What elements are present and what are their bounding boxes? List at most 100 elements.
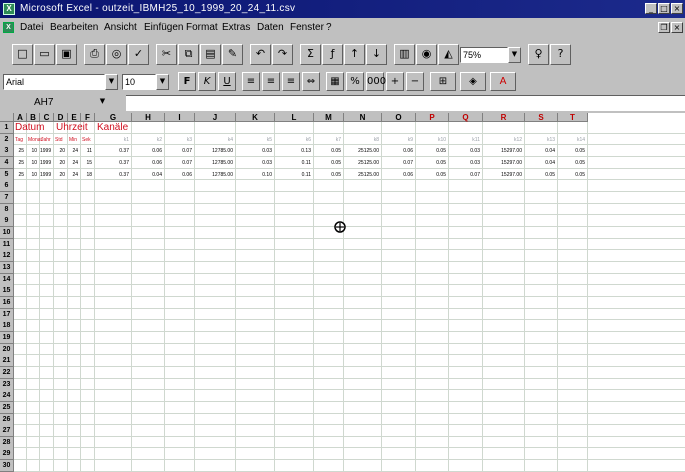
redo-icon[interactable]: ↷	[272, 44, 293, 65]
channel-label-k8[interactable]: k8	[344, 134, 379, 146]
underline-icon[interactable]: U	[218, 72, 236, 91]
channel-label-k1[interactable]: k1	[95, 134, 129, 146]
channel-label-k12[interactable]: k12	[483, 134, 522, 146]
thousands-icon[interactable]: 000	[366, 72, 386, 91]
column-header-e[interactable]: E	[68, 113, 81, 122]
data-cell[interactable]: 0.37	[95, 157, 129, 169]
doc-close-icon[interactable]: ×	[671, 22, 683, 33]
align-center-icon[interactable]: ≡	[262, 72, 280, 91]
borders-icon[interactable]: ⊞	[430, 72, 456, 91]
header-label-jahr[interactable]: Jahr	[41, 134, 51, 146]
channel-label-k7[interactable]: k7	[314, 134, 341, 146]
chart-wizard-icon[interactable]: ▥	[394, 44, 415, 65]
menu-bearbeiten[interactable]: Bearbeiten	[50, 18, 98, 37]
data-cell[interactable]: 10	[27, 169, 37, 181]
row-header-26[interactable]: 26	[0, 413, 14, 426]
align-right-icon[interactable]: ≡	[282, 72, 300, 91]
menu-datei[interactable]: Datei	[20, 18, 43, 37]
column-header-a[interactable]: A	[14, 113, 27, 122]
menu-help[interactable]: ?	[326, 18, 332, 37]
row-header-3[interactable]: 3	[0, 145, 14, 158]
data-cell[interactable]: 0.05	[558, 157, 585, 169]
help-icon[interactable]: ?	[550, 44, 571, 65]
data-cell[interactable]: 0.03	[449, 145, 480, 157]
data-cell[interactable]: 25125.00	[344, 157, 379, 169]
save-icon[interactable]: ▣	[56, 44, 77, 65]
data-cell[interactable]: 12785.00	[195, 145, 233, 157]
header-label-min[interactable]: Min	[69, 134, 77, 146]
data-cell[interactable]: 15297.00	[483, 145, 522, 157]
chevron-down-icon[interactable]: ▼	[96, 95, 109, 111]
data-cell[interactable]: 0.05	[314, 145, 341, 157]
row-header-4[interactable]: 4	[0, 156, 14, 169]
maximize-icon[interactable]: □	[658, 3, 670, 14]
bold-icon[interactable]: F	[178, 72, 196, 91]
row-header-16[interactable]: 16	[0, 296, 14, 309]
row-header-19[interactable]: 19	[0, 331, 14, 344]
data-cell[interactable]: 0.06	[382, 145, 413, 157]
new-icon[interactable]: □	[12, 44, 33, 65]
autosum-icon[interactable]: Σ	[300, 44, 321, 65]
row-header-24[interactable]: 24	[0, 390, 14, 403]
chevron-down-icon[interactable]: ▼	[105, 74, 118, 90]
data-cell[interactable]: 15297.00	[483, 169, 522, 181]
data-cell[interactable]: 1999	[40, 145, 51, 157]
data-cell[interactable]: 0.05	[558, 169, 585, 181]
menu-einfuegen[interactable]: Einfügen	[144, 18, 183, 37]
row-header-25[interactable]: 25	[0, 401, 14, 414]
header-kanaele[interactable]: Kanäle	[97, 122, 128, 134]
row-header-13[interactable]: 13	[0, 261, 14, 274]
merge-center-icon[interactable]: ⇔	[302, 72, 320, 91]
column-header-f[interactable]: F	[81, 113, 95, 122]
data-cell[interactable]: 0.05	[314, 169, 341, 181]
data-cell[interactable]: 15	[81, 157, 92, 169]
column-header-i[interactable]: I	[165, 113, 195, 122]
sort-descending-icon[interactable]: ↓	[366, 44, 387, 65]
data-cell[interactable]: 0.04	[525, 157, 555, 169]
chevron-down-icon[interactable]: ▼	[508, 47, 521, 63]
column-header-o[interactable]: O	[382, 113, 416, 122]
row-header-20[interactable]: 20	[0, 343, 14, 356]
data-cell[interactable]: 0.03	[449, 157, 480, 169]
data-cell[interactable]: 25125.00	[344, 145, 379, 157]
header-datum[interactable]: Datum	[15, 122, 44, 134]
currency-icon[interactable]: ▦	[326, 72, 344, 91]
data-cell[interactable]: 0.04	[525, 145, 555, 157]
row-header-6[interactable]: 6	[0, 180, 14, 193]
increase-decimal-icon[interactable]: +	[386, 72, 404, 91]
data-cell[interactable]: 15297.00	[483, 157, 522, 169]
data-cell[interactable]: 0.06	[382, 169, 413, 181]
column-header-l[interactable]: L	[275, 113, 314, 122]
row-header-12[interactable]: 12	[0, 250, 14, 263]
font-size-select[interactable]: 10	[122, 74, 156, 90]
row-header-27[interactable]: 27	[0, 425, 14, 438]
data-cell[interactable]: 0.07	[382, 157, 413, 169]
menu-daten[interactable]: Daten	[257, 18, 284, 37]
row-header-8[interactable]: 8	[0, 203, 14, 216]
data-cell[interactable]: 0.11	[275, 169, 311, 181]
format-painter-icon[interactable]: ✎	[222, 44, 243, 65]
document-icon[interactable]: X	[3, 22, 14, 33]
name-box[interactable]: AH7	[20, 95, 108, 111]
map-icon[interactable]: ◉	[416, 44, 437, 65]
channel-label-k5[interactable]: k5	[236, 134, 272, 146]
data-cell[interactable]: 1999	[40, 157, 51, 169]
data-cell[interactable]: 0.05	[416, 157, 446, 169]
worksheet-grid[interactable]: A B C D E F G H I J K L M N O P Q R S T 1 2 3 4 5 6 7 8 9 10 11 12 13 14 1…	[0, 113, 685, 472]
data-cell[interactable]: 0.05	[558, 145, 585, 157]
data-cell[interactable]: 0.37	[95, 169, 129, 181]
data-cell[interactable]: 0.37	[95, 145, 129, 157]
data-cell[interactable]: 0.11	[275, 157, 311, 169]
data-cell[interactable]: 0.10	[236, 169, 272, 181]
row-header-1[interactable]: 1	[0, 122, 14, 134]
excel-app-icon[interactable]: X	[3, 3, 15, 15]
data-cell[interactable]: 0.05	[314, 157, 341, 169]
row-header-9[interactable]: 9	[0, 215, 14, 228]
channel-label-k9[interactable]: k9	[382, 134, 413, 146]
data-cell[interactable]: 0.13	[275, 145, 311, 157]
drawing-icon[interactable]: ◭	[438, 44, 459, 65]
tip-wizard-icon[interactable]: ♀	[528, 44, 549, 65]
data-cell[interactable]: 0.03	[236, 145, 272, 157]
fill-color-icon[interactable]: ◈	[460, 72, 486, 91]
data-cell[interactable]: 0.06	[165, 169, 192, 181]
